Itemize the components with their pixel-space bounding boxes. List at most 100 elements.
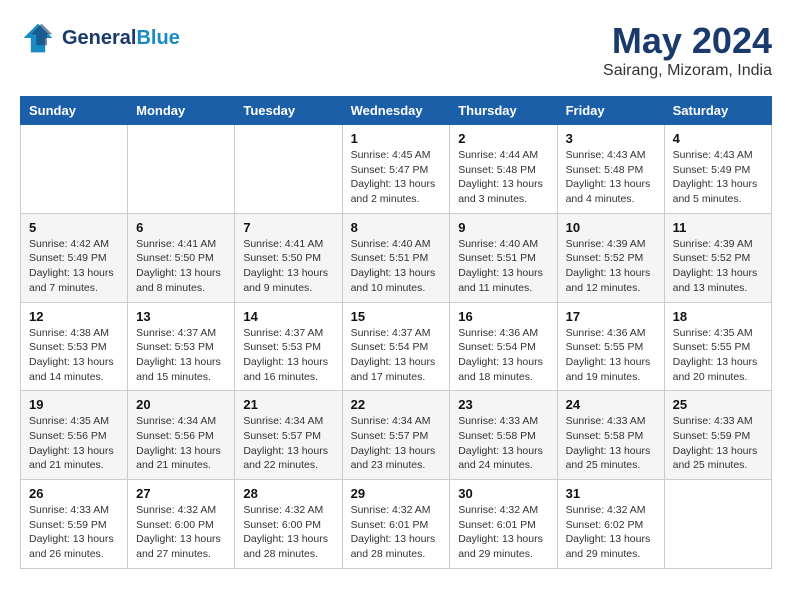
- day-info: Sunrise: 4:42 AM Sunset: 5:49 PM Dayligh…: [29, 237, 119, 296]
- day-info: Sunrise: 4:44 AM Sunset: 5:48 PM Dayligh…: [458, 148, 548, 207]
- logo-icon: [20, 20, 56, 56]
- weekday-header-monday: Monday: [128, 97, 235, 125]
- day-number: 14: [243, 309, 333, 324]
- day-info: Sunrise: 4:35 AM Sunset: 5:55 PM Dayligh…: [673, 326, 763, 385]
- day-number: 9: [458, 220, 548, 235]
- day-number: 29: [351, 486, 442, 501]
- day-cell-27: 27 Sunrise: 4:32 AM Sunset: 6:00 PM Dayli…: [128, 480, 235, 569]
- day-info: Sunrise: 4:36 AM Sunset: 5:55 PM Dayligh…: [566, 326, 656, 385]
- day-number: 2: [458, 131, 548, 146]
- day-cell-6: 6Sunrise: 4:41 AM Sunset: 5:50 PM Daylig…: [128, 213, 235, 302]
- weekday-header-sunday: Sunday: [21, 97, 128, 125]
- day-info: Sunrise: 4:39 AM Sunset: 5:52 PM Dayligh…: [673, 237, 763, 296]
- day-cell-17: 17 Sunrise: 4:36 AM Sunset: 5:55 PM Dayli…: [557, 302, 664, 391]
- day-cell-8: 8Sunrise: 4:40 AM Sunset: 5:51 PM Daylig…: [342, 213, 450, 302]
- day-cell-1: 1Sunrise: 4:45 AM Sunset: 5:47 PM Daylig…: [342, 125, 450, 214]
- week-row-3: 12 Sunrise: 4:38 AM Sunset: 5:53 PM Dayli…: [21, 302, 772, 391]
- day-cell-4: 4Sunrise: 4:43 AM Sunset: 5:49 PM Daylig…: [664, 125, 771, 214]
- weekday-header-row: SundayMondayTuesdayWednesdayThursdayFrid…: [21, 97, 772, 125]
- day-number: 23: [458, 397, 548, 412]
- day-cell-3: 3Sunrise: 4:43 AM Sunset: 5:48 PM Daylig…: [557, 125, 664, 214]
- day-info: Sunrise: 4:33 AM Sunset: 5:59 PM Dayligh…: [29, 503, 119, 562]
- day-cell-10: 10 Sunrise: 4:39 AM Sunset: 5:52 PM Dayli…: [557, 213, 664, 302]
- day-cell-13: 13 Sunrise: 4:37 AM Sunset: 5:53 PM Dayli…: [128, 302, 235, 391]
- location: Sairang, Mizoram, India: [603, 62, 772, 80]
- weekday-header-tuesday: Tuesday: [235, 97, 342, 125]
- empty-cell: [235, 125, 342, 214]
- empty-cell: [664, 480, 771, 569]
- day-info: Sunrise: 4:39 AM Sunset: 5:52 PM Dayligh…: [566, 237, 656, 296]
- day-cell-22: 22 Sunrise: 4:34 AM Sunset: 5:57 PM Dayli…: [342, 391, 450, 480]
- day-info: Sunrise: 4:33 AM Sunset: 5:58 PM Dayligh…: [458, 414, 548, 473]
- day-cell-14: 14 Sunrise: 4:37 AM Sunset: 5:53 PM Dayli…: [235, 302, 342, 391]
- day-info: Sunrise: 4:32 AM Sunset: 6:02 PM Dayligh…: [566, 503, 656, 562]
- empty-cell: [21, 125, 128, 214]
- day-cell-25: 25 Sunrise: 4:33 AM Sunset: 5:59 PM Dayli…: [664, 391, 771, 480]
- day-number: 13: [136, 309, 226, 324]
- day-info: Sunrise: 4:34 AM Sunset: 5:56 PM Dayligh…: [136, 414, 226, 473]
- day-number: 25: [673, 397, 763, 412]
- day-number: 6: [136, 220, 226, 235]
- day-number: 17: [566, 309, 656, 324]
- day-info: Sunrise: 4:37 AM Sunset: 5:53 PM Dayligh…: [243, 326, 333, 385]
- weekday-header-thursday: Thursday: [450, 97, 557, 125]
- day-number: 8: [351, 220, 442, 235]
- day-cell-19: 19 Sunrise: 4:35 AM Sunset: 5:56 PM Dayli…: [21, 391, 128, 480]
- day-info: Sunrise: 4:32 AM Sunset: 6:00 PM Dayligh…: [243, 503, 333, 562]
- day-info: Sunrise: 4:32 AM Sunset: 6:01 PM Dayligh…: [458, 503, 548, 562]
- page-header: GeneralBlue May 2024 Sairang, Mizoram, I…: [20, 20, 772, 80]
- day-number: 5: [29, 220, 119, 235]
- day-info: Sunrise: 4:34 AM Sunset: 5:57 PM Dayligh…: [243, 414, 333, 473]
- day-number: 30: [458, 486, 548, 501]
- day-cell-12: 12 Sunrise: 4:38 AM Sunset: 5:53 PM Dayli…: [21, 302, 128, 391]
- day-number: 26: [29, 486, 119, 501]
- day-info: Sunrise: 4:37 AM Sunset: 5:53 PM Dayligh…: [136, 326, 226, 385]
- logo: GeneralBlue: [20, 20, 180, 56]
- day-info: Sunrise: 4:33 AM Sunset: 5:58 PM Dayligh…: [566, 414, 656, 473]
- day-cell-31: 31Sunrise: 4:32 AM Sunset: 6:02 PM Dayli…: [557, 480, 664, 569]
- day-cell-15: 15Sunrise: 4:37 AM Sunset: 5:54 PM Dayli…: [342, 302, 450, 391]
- day-info: Sunrise: 4:40 AM Sunset: 5:51 PM Dayligh…: [458, 237, 548, 296]
- logo-text: GeneralBlue: [62, 27, 180, 49]
- day-info: Sunrise: 4:38 AM Sunset: 5:53 PM Dayligh…: [29, 326, 119, 385]
- day-number: 12: [29, 309, 119, 324]
- day-cell-30: 30 Sunrise: 4:32 AM Sunset: 6:01 PM Dayli…: [450, 480, 557, 569]
- day-info: Sunrise: 4:36 AM Sunset: 5:54 PM Dayligh…: [458, 326, 548, 385]
- day-cell-11: 11 Sunrise: 4:39 AM Sunset: 5:52 PM Dayli…: [664, 213, 771, 302]
- day-info: Sunrise: 4:35 AM Sunset: 5:56 PM Dayligh…: [29, 414, 119, 473]
- day-number: 11: [673, 220, 763, 235]
- day-cell-21: 21 Sunrise: 4:34 AM Sunset: 5:57 PM Dayli…: [235, 391, 342, 480]
- day-info: Sunrise: 4:34 AM Sunset: 5:57 PM Dayligh…: [351, 414, 442, 473]
- day-info: Sunrise: 4:33 AM Sunset: 5:59 PM Dayligh…: [673, 414, 763, 473]
- day-cell-29: 29 Sunrise: 4:32 AM Sunset: 6:01 PM Dayli…: [342, 480, 450, 569]
- day-info: Sunrise: 4:32 AM Sunset: 6:01 PM Dayligh…: [351, 503, 442, 562]
- day-number: 10: [566, 220, 656, 235]
- day-number: 20: [136, 397, 226, 412]
- day-info: Sunrise: 4:32 AM Sunset: 6:00 PM Dayligh…: [136, 503, 226, 562]
- day-number: 27: [136, 486, 226, 501]
- weekday-header-saturday: Saturday: [664, 97, 771, 125]
- week-row-4: 19 Sunrise: 4:35 AM Sunset: 5:56 PM Dayli…: [21, 391, 772, 480]
- month-title: May 2024: [603, 20, 772, 62]
- day-cell-24: 24Sunrise: 4:33 AM Sunset: 5:58 PM Dayli…: [557, 391, 664, 480]
- day-cell-28: 28 Sunrise: 4:32 AM Sunset: 6:00 PM Dayli…: [235, 480, 342, 569]
- day-number: 3: [566, 131, 656, 146]
- title-area: May 2024 Sairang, Mizoram, India: [603, 20, 772, 80]
- day-cell-5: 5 Sunrise: 4:42 AM Sunset: 5:49 PM Daylig…: [21, 213, 128, 302]
- day-number: 28: [243, 486, 333, 501]
- weekday-header-wednesday: Wednesday: [342, 97, 450, 125]
- day-cell-20: 20 Sunrise: 4:34 AM Sunset: 5:56 PM Dayli…: [128, 391, 235, 480]
- day-cell-7: 7Sunrise: 4:41 AM Sunset: 5:50 PM Daylig…: [235, 213, 342, 302]
- day-number: 19: [29, 397, 119, 412]
- day-info: Sunrise: 4:43 AM Sunset: 5:49 PM Dayligh…: [673, 148, 763, 207]
- day-number: 22: [351, 397, 442, 412]
- day-number: 21: [243, 397, 333, 412]
- calendar-table: SundayMondayTuesdayWednesdayThursdayFrid…: [20, 96, 772, 569]
- day-number: 16: [458, 309, 548, 324]
- day-info: Sunrise: 4:41 AM Sunset: 5:50 PM Dayligh…: [243, 237, 333, 296]
- day-cell-18: 18Sunrise: 4:35 AM Sunset: 5:55 PM Dayli…: [664, 302, 771, 391]
- weekday-header-friday: Friday: [557, 97, 664, 125]
- week-row-2: 5 Sunrise: 4:42 AM Sunset: 5:49 PM Daylig…: [21, 213, 772, 302]
- day-info: Sunrise: 4:37 AM Sunset: 5:54 PM Dayligh…: [351, 326, 442, 385]
- day-cell-26: 26 Sunrise: 4:33 AM Sunset: 5:59 PM Dayli…: [21, 480, 128, 569]
